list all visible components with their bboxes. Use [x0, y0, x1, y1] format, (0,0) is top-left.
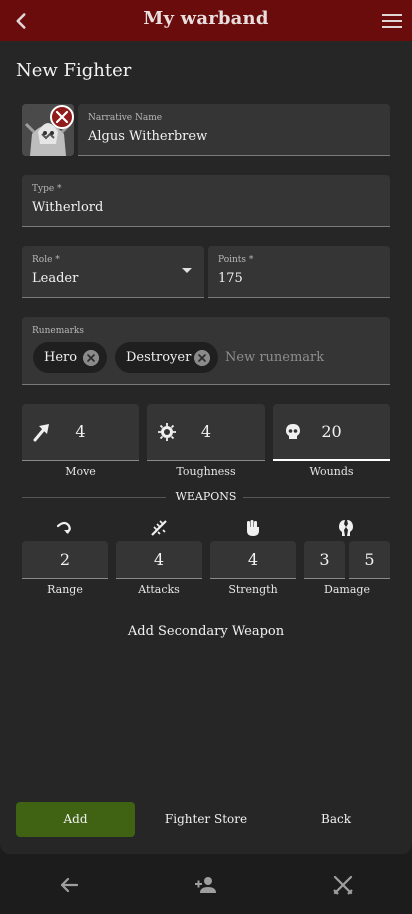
- page-title: New Fighter: [16, 60, 132, 81]
- move-stat-field[interactable]: 4: [22, 404, 139, 461]
- points-value: 175: [218, 271, 243, 286]
- runemark-chip[interactable]: Destroyer: [115, 342, 218, 373]
- new-runemark-input[interactable]: New runemark: [225, 350, 324, 365]
- crossed-swords-icon[interactable]: [331, 873, 355, 897]
- attacks-icon: [151, 520, 167, 536]
- runemark-chip-label: Hero: [44, 350, 78, 365]
- damage-value: 3: [319, 550, 330, 569]
- type-label: Type *: [32, 184, 62, 194]
- strength-field[interactable]: 4: [210, 541, 296, 579]
- arrow-left-icon[interactable]: [57, 873, 81, 897]
- attacks-label: Attacks: [138, 583, 180, 596]
- role-label: Role *: [32, 255, 60, 265]
- add-button-label: Add: [63, 812, 88, 826]
- wounds-label: Wounds: [309, 465, 354, 478]
- toughness-value: 4: [200, 422, 212, 441]
- move-value: 4: [75, 422, 86, 441]
- range-label: Range: [47, 583, 83, 596]
- fist-icon: [247, 520, 259, 536]
- points-label: Points *: [218, 255, 254, 265]
- move-label: Move: [65, 465, 96, 478]
- role-value: Leader: [32, 271, 79, 286]
- attacks-field[interactable]: 4: [116, 541, 202, 579]
- range-field[interactable]: 2: [22, 541, 108, 579]
- back-button[interactable]: Back: [296, 812, 376, 826]
- narrative-name-label: Narrative Name: [88, 113, 163, 123]
- critical-damage-field[interactable]: 5: [349, 541, 390, 579]
- strength-value: 4: [247, 550, 259, 569]
- runemarks-label: Runemarks: [32, 326, 84, 336]
- close-icon: [55, 110, 69, 124]
- damage-label: Damage: [324, 583, 370, 596]
- hamburger-menu-icon[interactable]: [380, 9, 404, 33]
- role-select[interactable]: Role * Leader: [22, 246, 204, 298]
- app-title: My warband: [143, 8, 269, 29]
- runemark-chip[interactable]: Hero: [33, 342, 107, 373]
- toughness-stat-field[interactable]: 4: [147, 404, 265, 461]
- attacks-value: 4: [153, 550, 165, 569]
- bottom-nav: [0, 854, 412, 914]
- add-button[interactable]: Add: [16, 802, 135, 837]
- remove-portrait-button[interactable]: [50, 105, 74, 129]
- broken-skull-icon: [339, 520, 353, 536]
- app-bar: My warband: [0, 0, 412, 41]
- fighter-store-button[interactable]: Fighter Store: [146, 812, 266, 826]
- remove-chip-icon[interactable]: [83, 350, 99, 366]
- runemark-chip-label: Destroyer: [126, 350, 192, 365]
- remove-chip-icon[interactable]: [194, 350, 210, 366]
- weapons-divider-right: [243, 497, 390, 498]
- range-value: 2: [59, 550, 71, 569]
- strength-label: Strength: [228, 583, 278, 596]
- narrative-name-value: Algus Witherbrew: [88, 129, 208, 144]
- wounds-stat-field[interactable]: 20: [273, 404, 390, 461]
- range-icon: [56, 521, 71, 534]
- type-value: Witherlord: [32, 200, 104, 215]
- points-field[interactable]: Points * 175: [208, 246, 390, 298]
- caret-down-icon: [182, 268, 192, 273]
- wounds-value: 20: [321, 422, 342, 441]
- narrative-name-field[interactable]: Narrative Name Algus Witherbrew: [78, 104, 390, 156]
- damage-field[interactable]: 3: [304, 541, 345, 579]
- type-field[interactable]: Type * Witherlord: [22, 175, 390, 227]
- toughness-label: Toughness: [176, 465, 236, 478]
- add-secondary-weapon-button[interactable]: Add Secondary Weapon: [106, 624, 306, 639]
- critical-damage-value: 5: [364, 550, 375, 569]
- person-add-icon[interactable]: [194, 873, 218, 897]
